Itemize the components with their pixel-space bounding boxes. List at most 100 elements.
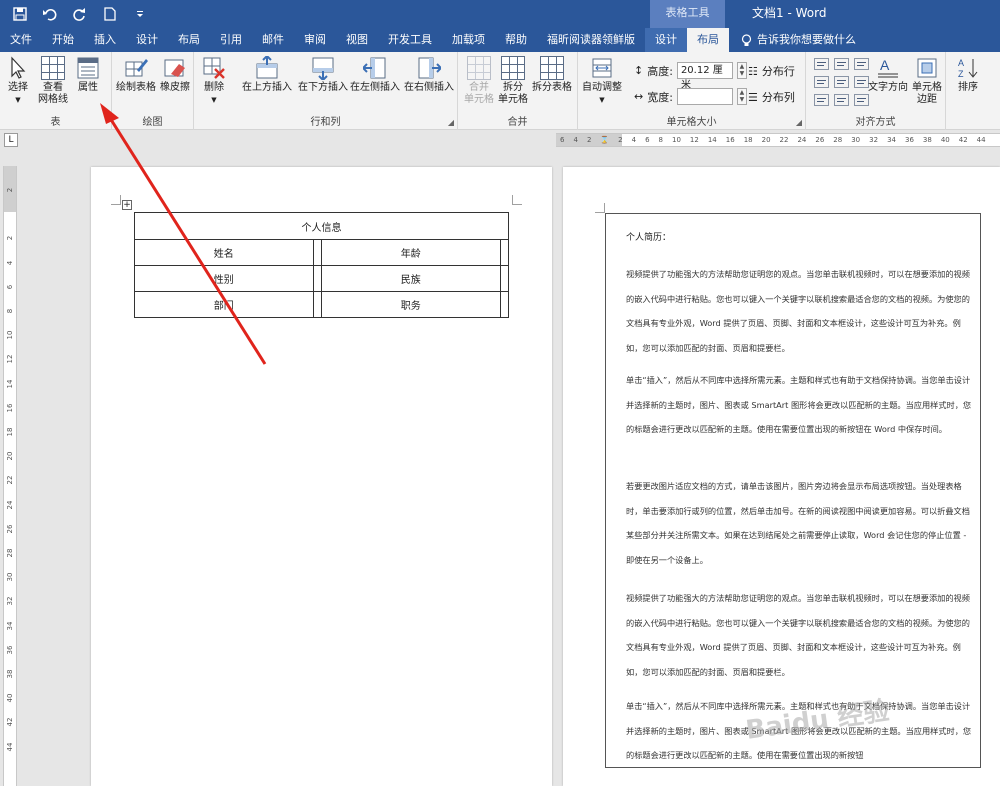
redo-icon[interactable] (70, 4, 90, 24)
table-cell[interactable] (499, 291, 509, 318)
dialog-launcher-icon[interactable]: ◢ (448, 118, 454, 127)
table-cell[interactable]: 民族 (321, 265, 501, 292)
tab-table-layout[interactable]: 布局 (687, 28, 729, 52)
save-icon[interactable] (10, 4, 30, 24)
table-cell[interactable] (499, 239, 509, 266)
table-cell[interactable] (499, 265, 509, 292)
table-cell[interactable]: 姓名 (134, 239, 314, 266)
ribbon: 选择 ▼ 查看 网格线 属性 表 绘制表格 橡皮擦 绘图 删除 ▼ 在上方插入 … (0, 52, 1000, 130)
document-page-1[interactable]: + 个人信息 姓名 年龄 性别 民族 部门 职务 (91, 167, 552, 786)
table-group-label: 表 (50, 117, 61, 128)
cell-margins-button[interactable]: 单元格 边距 (912, 56, 942, 106)
table-properties-icon (76, 56, 100, 80)
align-top-left-icon[interactable] (814, 58, 829, 70)
tab-mailings[interactable]: 邮件 (252, 28, 294, 52)
ruler-tick-label: 14 (707, 136, 717, 144)
align-top-right-icon[interactable] (854, 58, 869, 70)
tab-insert[interactable]: 插入 (84, 28, 126, 52)
insert-right-label: 在右侧插入 (404, 82, 454, 93)
new-doc-icon[interactable] (100, 4, 120, 24)
tab-review[interactable]: 审阅 (294, 28, 336, 52)
rows-columns-group-label: 行和列 (310, 117, 341, 128)
cell-margins-label-1: 单元格 (912, 82, 942, 93)
resume-text-box[interactable]: 个人简历： 视频提供了功能强大的方法帮助您证明您的观点。当您单击联机视频时，可以… (605, 213, 981, 768)
draw-table-button[interactable]: 绘制表格 (116, 56, 156, 94)
text-direction-button[interactable]: A 文字方向 (868, 56, 908, 94)
undo-icon[interactable] (40, 4, 60, 24)
personal-info-table[interactable]: 个人信息 姓名 年龄 性别 民族 部门 职务 (134, 212, 509, 318)
tab-help[interactable]: 帮助 (495, 28, 537, 52)
distribute-cols-button[interactable]: ☰ 分布列 (748, 89, 795, 105)
properties-button[interactable]: 属性 (76, 56, 100, 94)
ruler-tick-label: 18 (743, 136, 753, 144)
tab-design[interactable]: 设计 (126, 28, 168, 52)
table-cell[interactable] (312, 239, 322, 266)
distribute-rows-button[interactable]: ☷ 分布行 (748, 63, 795, 79)
distribute-rows-label: 分布行 (761, 65, 795, 78)
insert-right-button[interactable]: 在右侧插入 (404, 56, 454, 94)
tab-table-design[interactable]: 设计 (645, 28, 687, 52)
table-cell[interactable]: 性别 (134, 265, 314, 292)
view-gridlines-button[interactable]: 查看 网格线 (38, 56, 68, 106)
document-page-2[interactable]: 个人简历： 视频提供了功能强大的方法帮助您证明您的观点。当您单击联机视频时，可以… (563, 167, 1000, 786)
ruler-tick-label: 4 (573, 136, 578, 144)
eraser-button[interactable]: 橡皮擦 (160, 56, 190, 94)
ruler-tick-label: 22 (779, 136, 789, 144)
align-bottom-center-icon[interactable] (834, 94, 849, 106)
select-button[interactable]: 选择 ▼ (6, 56, 30, 106)
tab-home[interactable]: 开始 (42, 28, 84, 52)
align-center-left-icon[interactable] (814, 76, 829, 88)
alignment-group-label: 对齐方式 (855, 117, 896, 128)
table-cell[interactable]: 职务 (321, 291, 501, 318)
align-center-icon[interactable] (834, 76, 849, 88)
dialog-launcher-icon[interactable]: ◢ (796, 118, 802, 127)
tab-file[interactable]: 文件 (0, 28, 42, 52)
width-spinner[interactable]: ▲ ▼ (736, 88, 747, 105)
width-input[interactable] (676, 88, 733, 105)
split-table-icon (540, 56, 564, 80)
ruler-tick-label: 40 (6, 693, 14, 703)
tab-view[interactable]: 视图 (336, 28, 378, 52)
insert-left-button[interactable]: 在左侧插入 (350, 56, 400, 94)
merge-cells-button[interactable]: 合并 单元格 (464, 56, 494, 106)
table-cell[interactable]: 部门 (134, 291, 314, 318)
tab-layout[interactable]: 布局 (168, 28, 210, 52)
autofit-button[interactable]: 自动调整 ▼ (582, 56, 622, 106)
align-center-right-icon[interactable] (854, 76, 869, 88)
split-table-button[interactable]: 拆分表格 (532, 56, 572, 94)
ruler-tick-label: 34 (6, 621, 14, 631)
align-top-center-icon[interactable] (834, 58, 849, 70)
table-cell[interactable]: 年龄 (321, 239, 501, 266)
customize-icon[interactable] (130, 4, 150, 24)
width-row: ↔ 宽度: ▲ ▼ (634, 88, 747, 105)
table-cell[interactable] (312, 291, 322, 318)
split-cells-button[interactable]: 拆分 单元格 (498, 56, 528, 106)
tab-selector[interactable]: L (4, 133, 18, 147)
svg-text:A: A (958, 58, 964, 68)
draw-group-label: 绘图 (142, 117, 163, 128)
tab-references[interactable]: 引用 (210, 28, 252, 52)
table-title-cell[interactable]: 个人信息 (134, 212, 509, 240)
tab-foxit[interactable]: 福昕阅读器领鲜版 (537, 28, 645, 52)
ruler-tick-label: 4 (631, 136, 637, 144)
crop-mark (111, 195, 121, 205)
vertical-ruler[interactable]: 2 2 4 6 8 10 12 14 16 18 20 22 24 26 28 30 32 34 36 38 40 42 4… (3, 166, 17, 786)
text-direction-icon: A (876, 56, 900, 80)
tab-addins[interactable]: 加载项 (442, 28, 495, 52)
tell-me-box[interactable]: 告诉我你想要做什么 (729, 28, 856, 52)
table-move-handle-icon[interactable]: + (122, 200, 132, 210)
height-spinner[interactable]: ▲ ▼ (736, 62, 747, 79)
align-bottom-left-icon[interactable] (814, 94, 829, 106)
table-group: 选择 ▼ 查看 网格线 属性 表 (0, 52, 112, 130)
height-row: ↕ 高度: 20.12 厘米 ▲ ▼ (634, 62, 747, 91)
insert-above-button[interactable]: 在上方插入 (242, 54, 292, 94)
tab-developer[interactable]: 开发工具 (378, 28, 442, 52)
sort-button[interactable]: AZ 排序 (956, 56, 980, 94)
table-cell[interactable] (312, 265, 322, 292)
view-gridlines-label-2: 网格线 (38, 94, 68, 105)
height-input[interactable]: 20.12 厘米 (676, 62, 733, 91)
delete-button[interactable]: 删除 ▼ (202, 56, 226, 106)
align-bottom-right-icon[interactable] (854, 94, 869, 106)
horizontal-ruler[interactable]: 6 4 2 ⌛ 2 4 6 8 10 12 14 16 18 20 22 24 26 28 30 32 34 36 38 40… (556, 133, 1000, 147)
insert-below-button[interactable]: 在下方插入 (298, 56, 348, 94)
